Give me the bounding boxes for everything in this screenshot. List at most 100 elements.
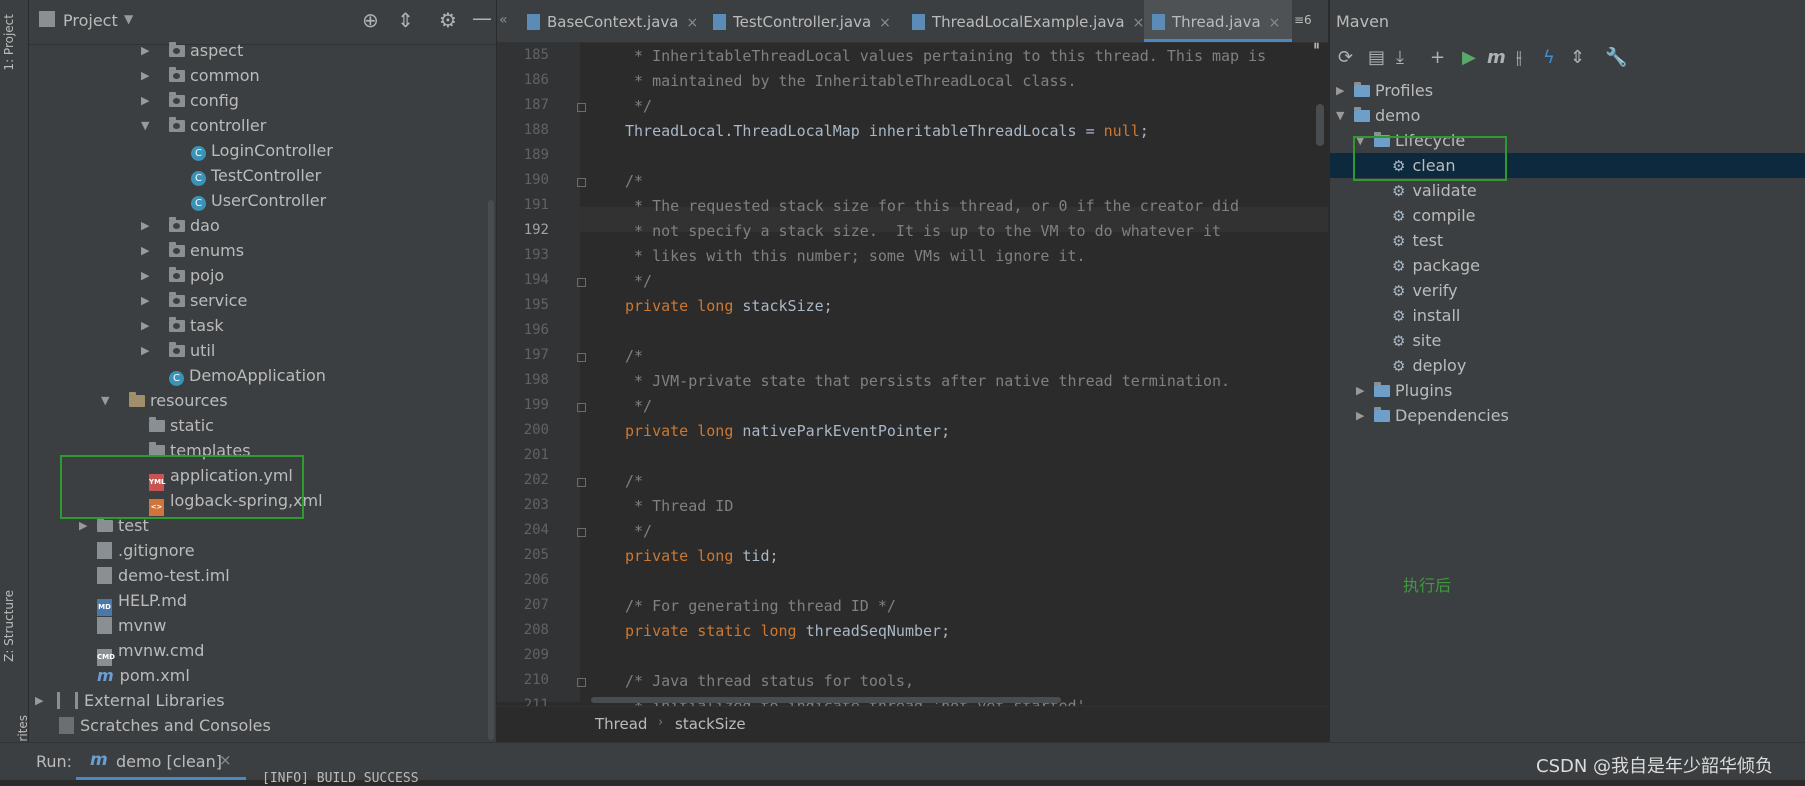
tree-item[interactable]: static [149, 413, 214, 438]
settings-wrench-icon[interactable]: 🔧 [1605, 47, 1627, 68]
add-icon[interactable]: + [1430, 47, 1445, 68]
fold-marker-icon[interactable] [577, 353, 586, 362]
tree-item[interactable]: Scratches and Consoles [59, 713, 271, 738]
run-icon[interactable]: ▶ [1462, 47, 1476, 68]
tree-item[interactable]: C LoginController [191, 138, 333, 163]
tree-item[interactable]: m pom.xml [97, 663, 190, 688]
maven-item[interactable]: ▶ Plugins [1356, 378, 1452, 403]
fold-marker-icon[interactable] [577, 178, 586, 187]
tree-item[interactable]: C DemoApplication [169, 363, 326, 388]
tab-label: TestController.java [733, 13, 872, 31]
tab-overflow-button[interactable]: ≡6 [1294, 13, 1312, 27]
tree-item[interactable]: ▶ aspect [141, 38, 243, 63]
tab-scroll-left-icon[interactable]: « [499, 12, 508, 28]
tab-testcontroller[interactable]: TestController.java × [705, 0, 898, 42]
maven-item[interactable]: ⚙ verify [1392, 278, 1458, 303]
tab-basecontext[interactable]: BaseContext.java × [519, 0, 698, 42]
project-scrollbar[interactable] [488, 200, 494, 740]
maven-item[interactable]: ▼ demo [1336, 103, 1420, 128]
gear-icon: ⚙ [1392, 357, 1406, 375]
close-icon[interactable]: × [1269, 15, 1281, 31]
maven-item[interactable]: ⚙ deploy [1392, 353, 1466, 378]
chevron-right-icon[interactable]: ▶ [141, 213, 149, 238]
tree-item[interactable]: ▶ dao [141, 213, 220, 238]
skip-tests-icon[interactable]: ϟ [1543, 47, 1555, 68]
tree-item[interactable]: C UserController [191, 188, 326, 213]
tree-item[interactable]: ▼ controller [141, 113, 266, 138]
chevron-right-icon[interactable]: ▶ [1356, 403, 1364, 428]
run-tab[interactable]: m demo [clean] × [76, 743, 246, 780]
close-icon[interactable]: × [686, 15, 698, 31]
download-icon[interactable]: ⤓ [1396, 47, 1404, 68]
maven-item[interactable]: ▶ Profiles [1336, 78, 1433, 103]
project-tool-tab[interactable]: 1: Project [2, 14, 16, 71]
minimize-icon[interactable]: — [472, 6, 492, 30]
collapse-all-icon[interactable]: ⇕ [1570, 47, 1585, 68]
tree-item[interactable]: ▶ task [141, 313, 224, 338]
maven-item[interactable]: ⚙ package [1392, 253, 1480, 278]
execute-goal-icon[interactable]: m [1487, 47, 1506, 68]
pause-icon[interactable]: ⏸ [1313, 38, 1320, 54]
fold-marker-icon[interactable] [577, 478, 586, 487]
generate-sources-icon[interactable]: ▤ [1368, 47, 1385, 68]
tree-item[interactable]: mvnw [97, 613, 166, 638]
chevron-right-icon[interactable]: ▶ [141, 63, 149, 88]
tree-item[interactable]: demo-test.iml [97, 563, 230, 588]
tree-item[interactable]: ▶ enums [141, 238, 244, 263]
close-icon[interactable]: × [219, 751, 232, 769]
chevron-right-icon[interactable]: ▶ [1356, 378, 1364, 403]
chevron-down-icon[interactable]: ▼ [1336, 103, 1344, 128]
maven-item[interactable]: ⚙ test [1392, 228, 1443, 253]
locate-icon[interactable]: ⊕ [362, 8, 379, 32]
chevron-right-icon[interactable]: ▶ [141, 38, 149, 63]
maven-item[interactable]: ⚙ compile [1392, 203, 1476, 228]
chevron-right-icon[interactable]: ▶ [141, 238, 149, 263]
tree-item[interactable]: CMD mvnw.cmd [97, 638, 204, 666]
tree-item[interactable]: ▶ util [141, 338, 215, 363]
java-file-icon [912, 14, 925, 30]
close-icon[interactable]: × [1133, 15, 1145, 31]
tree-item[interactable]: ▶ config [141, 88, 239, 113]
tree-item[interactable]: ▶ common [141, 63, 260, 88]
tree-item[interactable]: ▶ pojo [141, 263, 224, 288]
chevron-right-icon[interactable]: ▶ [141, 338, 149, 363]
tree-item[interactable]: ▶ External Libraries [35, 688, 225, 713]
tab-thread[interactable]: Thread.java × [1144, 0, 1292, 42]
chevron-right-icon[interactable]: ▶ [141, 88, 149, 113]
watermark: CSDN @我自是年少韶华倾负 [1536, 756, 1774, 777]
chevron-right-icon[interactable]: ▶ [1336, 78, 1344, 103]
collapse-all-icon[interactable]: ⇕ [397, 8, 414, 32]
chevron-down-icon[interactable]: ▼ [101, 388, 109, 413]
structure-tool-tab[interactable]: Z: Structure [2, 590, 16, 662]
fold-marker-icon[interactable] [577, 403, 586, 412]
tree-item[interactable]: C TestController [191, 163, 321, 188]
tree-item[interactable]: MD HELP.md [97, 588, 187, 616]
editor-hscrollbar[interactable] [591, 697, 1061, 703]
editor-vscrollbar[interactable] [1316, 104, 1324, 146]
fold-marker-icon[interactable] [577, 678, 586, 687]
maven-item[interactable]: ⚙ validate [1392, 178, 1477, 203]
reload-icon[interactable]: ⟳ [1338, 47, 1353, 68]
chevron-down-icon[interactable]: ▼ [124, 12, 133, 26]
project-panel-title[interactable]: Project [63, 11, 118, 30]
fold-marker-icon[interactable] [577, 278, 586, 287]
toggle-offline-icon[interactable]: ⫲ [1516, 47, 1522, 68]
tree-item[interactable]: .gitignore [97, 538, 195, 563]
fold-marker-icon[interactable] [577, 528, 586, 537]
tab-threadlocalexample[interactable]: ThreadLocalExample.java × [904, 0, 1144, 42]
fold-marker-icon[interactable] [577, 103, 586, 112]
chevron-right-icon[interactable]: ▶ [141, 263, 149, 288]
breadcrumb-field[interactable]: stackSize [675, 715, 746, 733]
maven-item[interactable]: ⚙ site [1392, 328, 1441, 353]
close-icon[interactable]: × [879, 15, 891, 31]
chevron-right-icon[interactable]: ▶ [141, 288, 149, 313]
breadcrumb-class[interactable]: Thread [595, 715, 647, 733]
chevron-right-icon[interactable]: ▶ [141, 313, 149, 338]
chevron-right-icon[interactable]: ▶ [35, 688, 43, 713]
chevron-down-icon[interactable]: ▼ [141, 113, 149, 138]
maven-item[interactable]: ⚙ install [1392, 303, 1460, 328]
gear-icon[interactable]: ⚙ [439, 8, 457, 32]
tree-item[interactable]: ▶ service [141, 288, 247, 313]
tree-item[interactable]: ▼ resources [101, 388, 228, 413]
maven-item[interactable]: ▶ Dependencies [1356, 403, 1509, 428]
